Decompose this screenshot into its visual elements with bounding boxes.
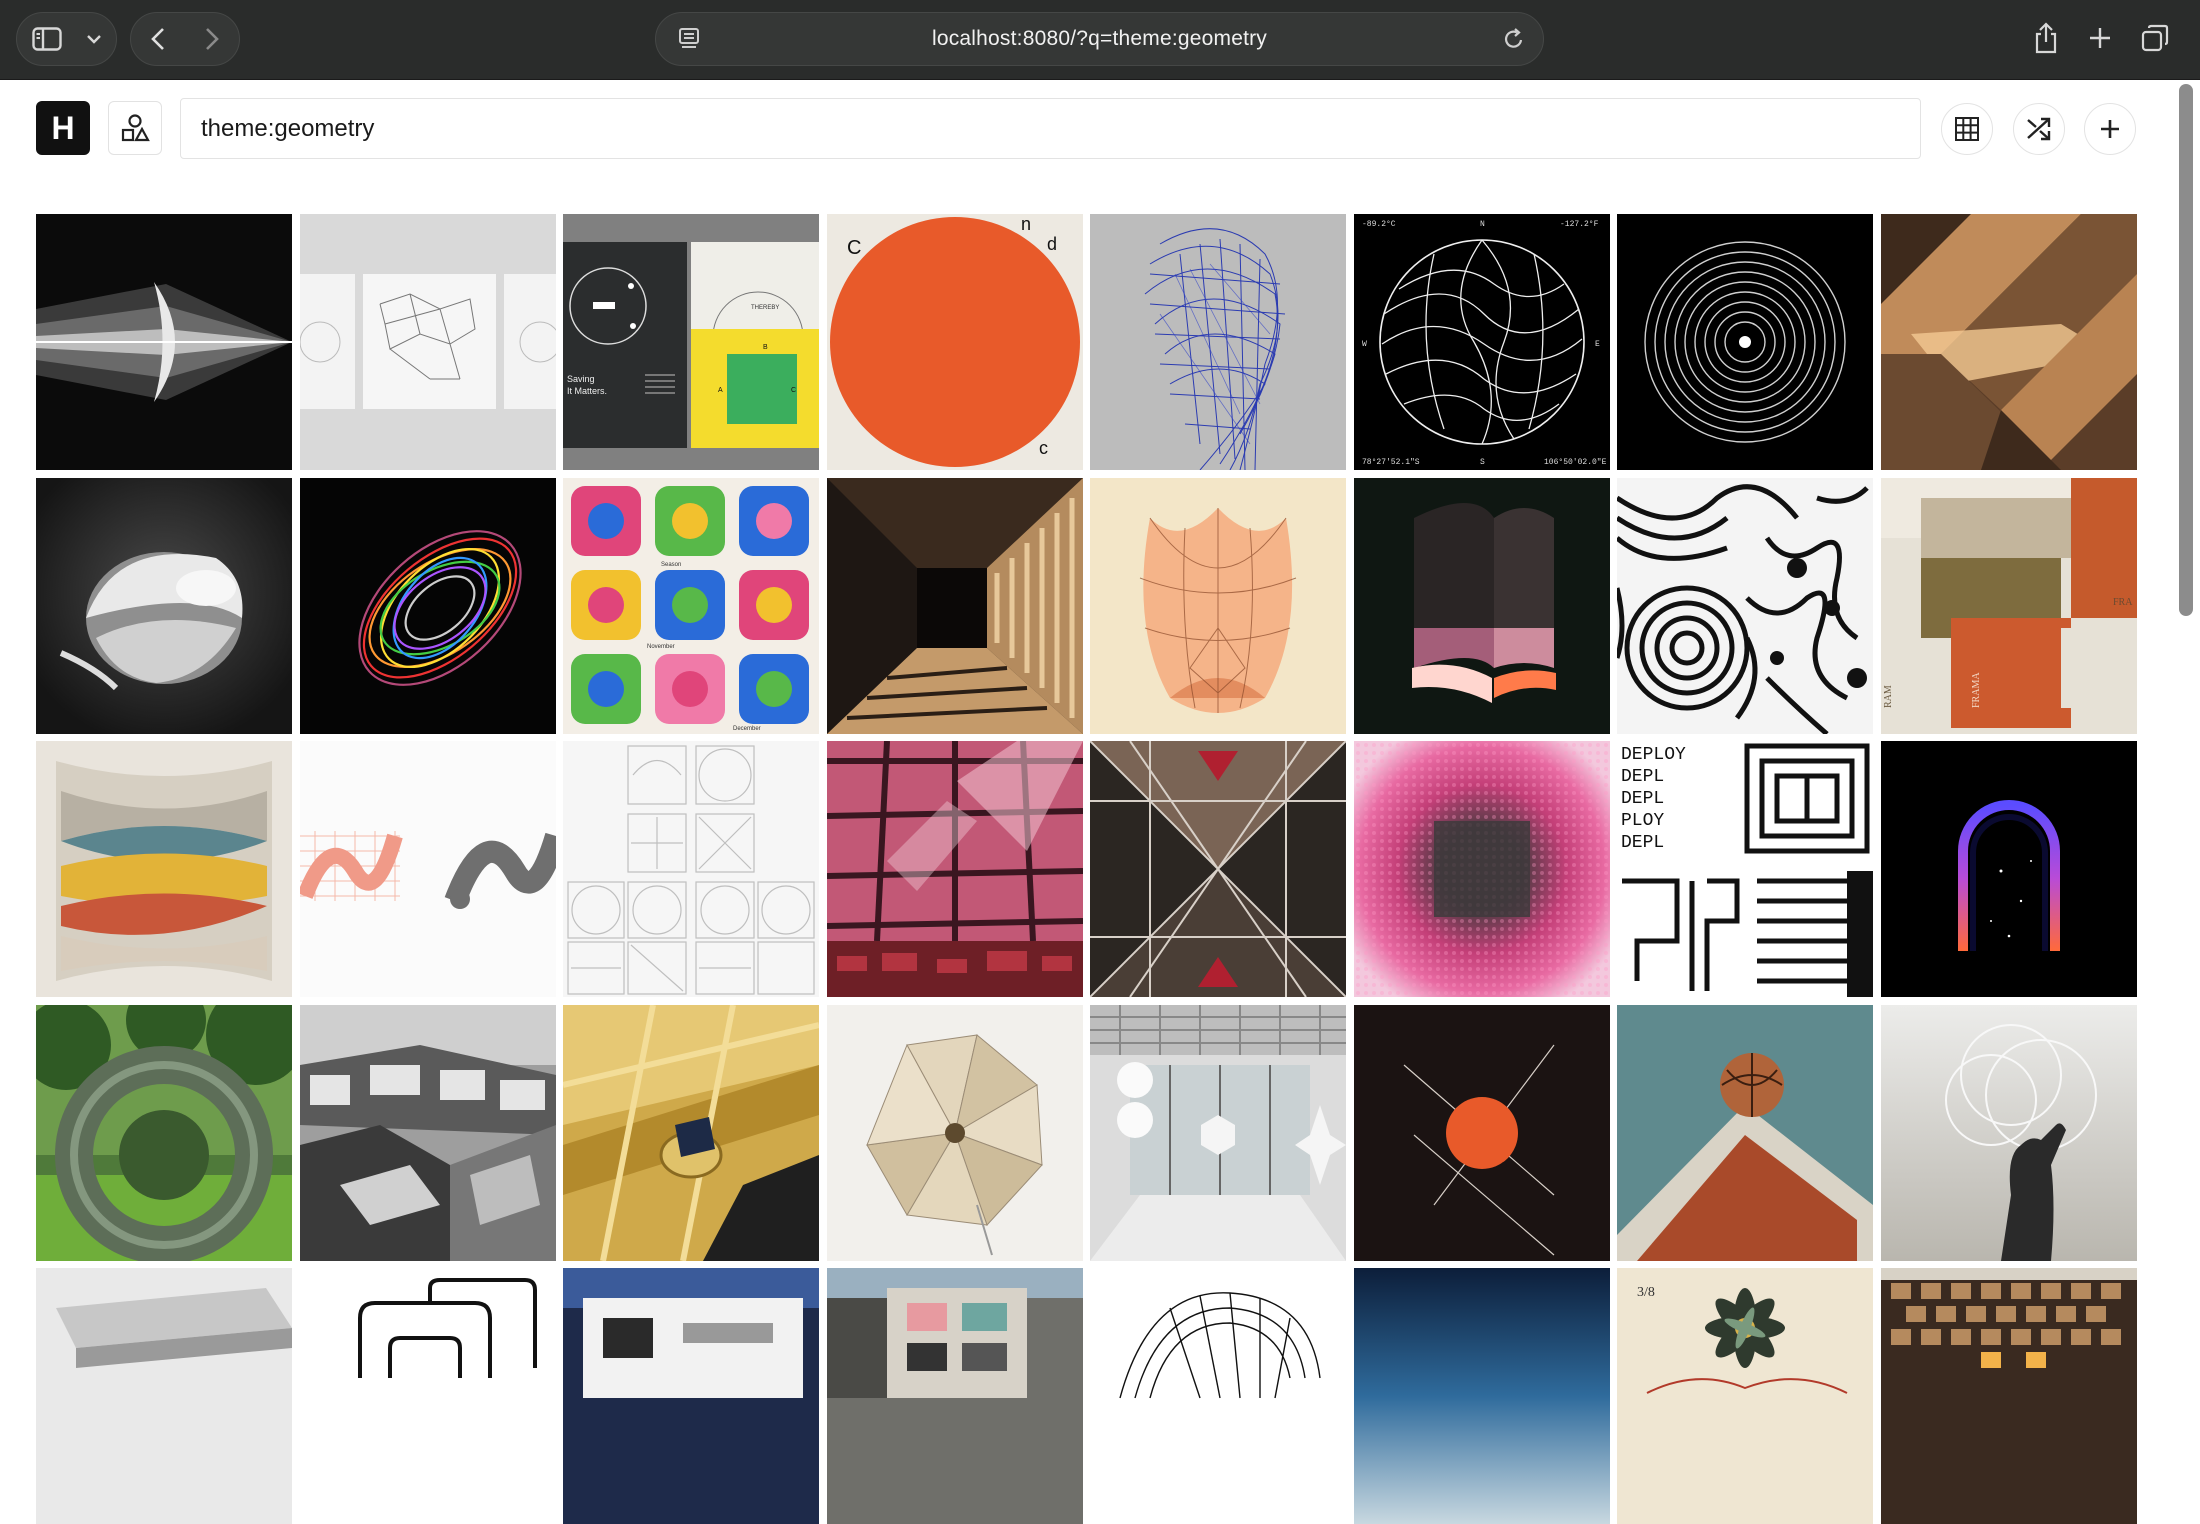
image-tile[interactable] <box>826 1268 1083 1524</box>
svg-text:PLOY: PLOY <box>1621 811 1664 831</box>
svg-text:December: December <box>733 726 761 732</box>
image-tile[interactable] <box>1617 214 1873 470</box>
sidebar-icon[interactable] <box>17 12 77 66</box>
back-icon[interactable] <box>131 12 185 66</box>
image-tile[interactable] <box>299 1004 556 1261</box>
new-tab-icon[interactable] <box>2080 18 2120 58</box>
image-tile[interactable]: FRAMA FRA RAM <box>1880 477 2137 734</box>
svg-text:FRAMA: FRAMA <box>1971 671 1982 707</box>
image-tile[interactable] <box>1617 477 1873 734</box>
image-tile[interactable] <box>1880 1268 2137 1524</box>
svg-text:n: n <box>1021 214 1031 234</box>
sidebar-control <box>16 12 117 66</box>
image-tile[interactable]: DEPLOY DEPL DEPL PLOY DEPL <box>1617 741 1873 997</box>
image-tile[interactable] <box>1353 741 1610 997</box>
image-tile[interactable] <box>563 1004 819 1261</box>
svg-text:RAM: RAM <box>1883 685 1894 708</box>
image-tile[interactable] <box>1353 477 1610 734</box>
svg-text:Season: Season <box>661 562 681 568</box>
scrollbar-thumb[interactable] <box>2179 84 2193 616</box>
chevron-down-icon[interactable] <box>77 12 111 66</box>
image-tile[interactable] <box>299 214 556 470</box>
reader-icon[interactable] <box>678 27 700 51</box>
image-tile[interactable]: 3/8 <box>1617 1268 1873 1524</box>
svg-text:DEPL: DEPL <box>1621 833 1664 853</box>
svg-text:-127.2°F: -127.2°F <box>1560 220 1599 229</box>
image-tile[interactable] <box>826 477 1083 734</box>
svg-text:B: B <box>763 344 768 351</box>
image-tile[interactable] <box>1353 1268 1610 1524</box>
svg-text:c: c <box>1039 438 1048 458</box>
svg-text:106°50'02.0"E: 106°50'02.0"E <box>1544 458 1607 467</box>
image-tile[interactable] <box>36 1268 292 1524</box>
share-icon[interactable] <box>2026 18 2066 58</box>
svg-text:THEREBY: THEREBY <box>751 305 779 311</box>
image-tile[interactable]: C n d c <box>826 214 1083 470</box>
image-grid: Saving It Matters. THEREBY B A C C n d c <box>36 214 2137 1524</box>
image-tile[interactable] <box>36 214 292 470</box>
svg-text:A: A <box>718 387 723 394</box>
image-tile[interactable] <box>1880 214 2137 470</box>
image-tile[interactable] <box>826 1004 1083 1261</box>
image-tile[interactable] <box>826 741 1083 997</box>
image-tile[interactable] <box>563 741 819 997</box>
image-tile[interactable]: Saving It Matters. THEREBY B A C <box>563 214 819 470</box>
svg-text:FRA: FRA <box>2113 597 2133 608</box>
svg-text:DEPL: DEPL <box>1621 767 1664 787</box>
image-tile[interactable] <box>1617 1004 1873 1261</box>
image-tile[interactable] <box>36 741 292 997</box>
image-tile[interactable] <box>299 1268 556 1524</box>
image-tile[interactable] <box>1880 1004 2137 1261</box>
svg-text:W: W <box>1362 340 1367 349</box>
shuffle-icon[interactable] <box>2013 103 2065 155</box>
svg-text:-89.2°C: -89.2°C <box>1362 220 1396 229</box>
image-tile[interactable] <box>1090 1004 1346 1261</box>
svg-text:d: d <box>1047 234 1057 254</box>
svg-text:N: N <box>1480 220 1485 229</box>
image-tile[interactable] <box>1353 1004 1610 1261</box>
svg-text:3/8: 3/8 <box>1637 1285 1655 1300</box>
image-tile[interactable] <box>1090 741 1346 997</box>
svg-text:Saving: Saving <box>567 374 595 384</box>
svg-text:E: E <box>1595 340 1600 349</box>
reload-icon[interactable] <box>1503 27 1525 51</box>
svg-text:C: C <box>847 237 861 259</box>
tabs-overview-icon[interactable] <box>2135 18 2175 58</box>
image-tile[interactable] <box>1880 741 2137 997</box>
app-logo[interactable]: H <box>36 101 90 155</box>
browser-toolbar: localhost:8080/?q=theme:geometry <box>0 0 2200 80</box>
image-tile[interactable]: -89.2°C N -127.2°F W E 78°27'52.1"S S 10… <box>1353 214 1610 470</box>
url-text: localhost:8080/?q=theme:geometry <box>931 27 1268 50</box>
image-tile[interactable] <box>36 477 292 734</box>
svg-text:DEPLOY: DEPLOY <box>1621 745 1686 765</box>
svg-text:DEPL: DEPL <box>1621 789 1664 809</box>
grid-view-icon[interactable] <box>1941 103 1993 155</box>
image-tile[interactable] <box>1090 477 1346 734</box>
svg-text:S: S <box>1480 458 1485 467</box>
image-tile[interactable] <box>1090 214 1346 470</box>
history-controls <box>130 12 240 66</box>
forward-icon[interactable] <box>185 12 239 66</box>
svg-text:November: November <box>647 644 675 650</box>
svg-text:It Matters.: It Matters. <box>567 386 607 396</box>
image-tile[interactable] <box>36 1004 292 1261</box>
image-tile[interactable]: Season November December <box>563 477 819 734</box>
address-bar[interactable]: localhost:8080/?q=theme:geometry <box>655 12 1544 66</box>
image-tile[interactable] <box>563 1268 819 1524</box>
image-tile[interactable] <box>299 477 556 734</box>
svg-text:C: C <box>791 387 796 394</box>
image-tile[interactable] <box>299 741 556 997</box>
add-icon[interactable] <box>2084 103 2136 155</box>
shapes-icon[interactable] <box>108 101 162 155</box>
search-input[interactable] <box>180 98 1921 159</box>
svg-text:78°27'52.1"S: 78°27'52.1"S <box>1362 458 1420 467</box>
image-tile[interactable] <box>1090 1268 1346 1524</box>
